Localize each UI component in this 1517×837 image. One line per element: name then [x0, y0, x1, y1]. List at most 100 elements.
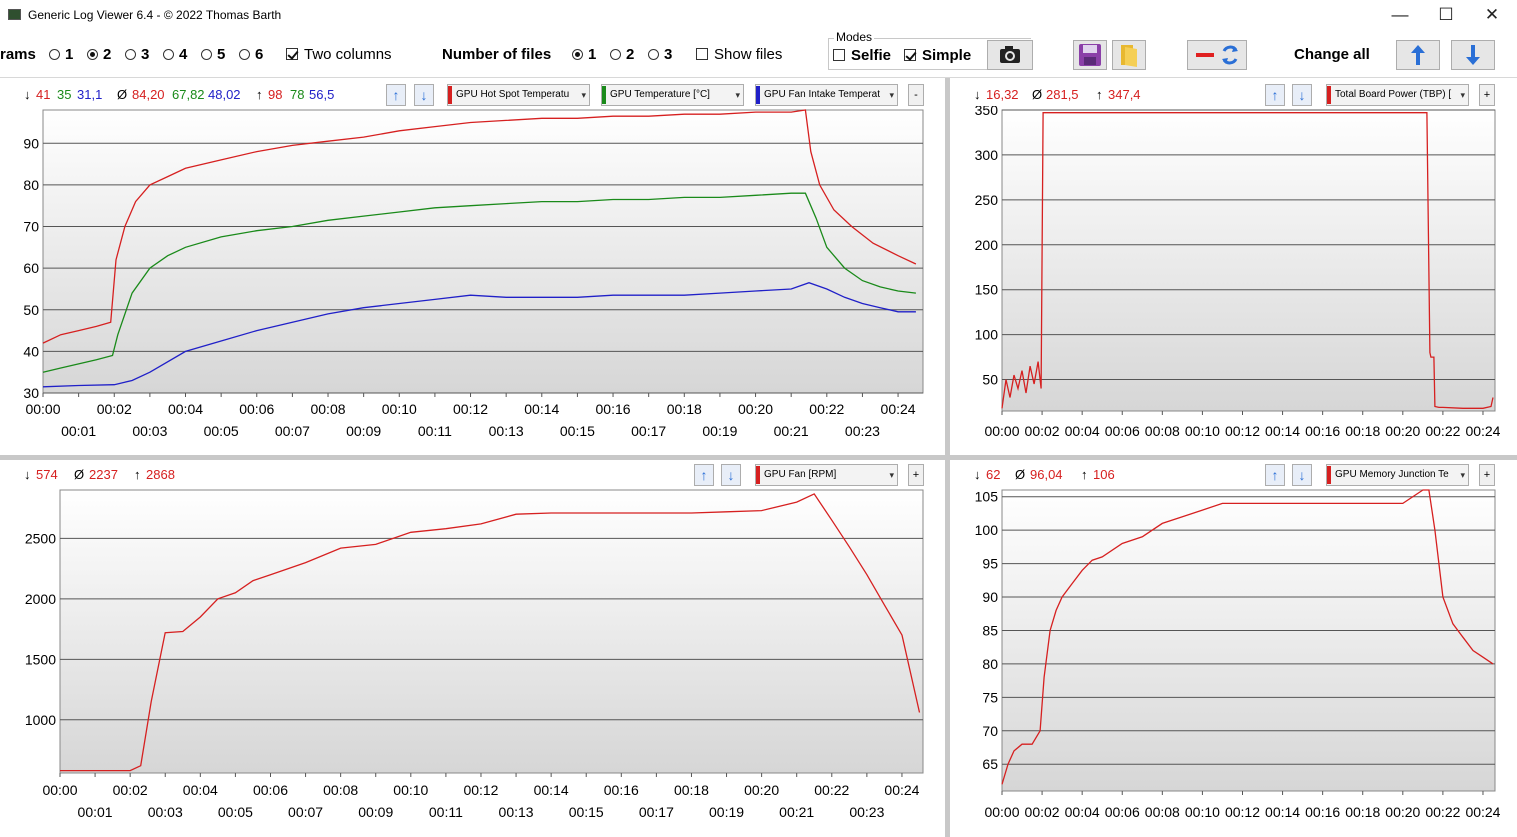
files-radio-2[interactable]: 2 — [610, 46, 634, 63]
x-tick-label: 00:14 — [524, 401, 559, 417]
minimize-button[interactable]: — — [1377, 2, 1423, 28]
x-tick-label: 00:23 — [849, 804, 884, 820]
x-tick-label: 00:00 — [984, 423, 1019, 439]
y-tick-label: 60 — [23, 260, 39, 276]
save-button[interactable] — [1073, 40, 1107, 70]
two-columns-checkbox[interactable]: Two columns — [286, 46, 392, 63]
selfie-checkbox[interactable]: Selfie — [833, 47, 891, 64]
temps-series-select-2[interactable]: GPU Temperature [°C] ▾ — [601, 84, 744, 106]
save-icon — [1079, 44, 1101, 66]
diagram-radio-4[interactable]: 4 — [163, 46, 187, 63]
y-tick-label: 85 — [982, 622, 998, 638]
max-symbol: ↑ — [1081, 467, 1088, 482]
min-symbol: ↓ — [974, 467, 981, 482]
x-tick-label: 00:21 — [779, 804, 814, 820]
maximize-button[interactable]: ☐ — [1423, 2, 1469, 28]
x-tick-label: 00:14 — [534, 782, 569, 798]
x-tick-label: 00:20 — [1385, 423, 1420, 439]
camera-button[interactable] — [987, 40, 1033, 70]
min-symbol: ↓ — [24, 467, 31, 482]
power-up-button[interactable]: ↑ — [1265, 84, 1285, 106]
power-series-select[interactable]: Total Board Power (TBP) [▾ — [1326, 84, 1469, 106]
line-style-button[interactable] — [1187, 40, 1247, 70]
diagram-radio-5[interactable]: 5 — [201, 46, 225, 63]
y-tick-label: 150 — [975, 282, 999, 298]
x-tick-label: 00:19 — [709, 804, 744, 820]
change-all-label: Change all — [1294, 46, 1370, 63]
temps-min-2: 35 — [57, 87, 72, 102]
x-tick-label: 00:04 — [183, 782, 218, 798]
x-tick-label: 00:20 — [738, 401, 773, 417]
x-tick-label: 00:24 — [1465, 804, 1500, 820]
memjunc-up-button[interactable]: ↑ — [1265, 464, 1285, 486]
diagram-radio-2[interactable]: 2 — [87, 46, 111, 63]
x-tick-label: 00:10 — [382, 401, 417, 417]
fan-add-button[interactable]: + — [908, 464, 924, 486]
temps-max-1: 98 — [268, 87, 283, 102]
y-tick-label: 1500 — [25, 651, 56, 667]
x-tick-label: 00:13 — [489, 423, 524, 439]
x-tick-label: 00:08 — [1145, 423, 1180, 439]
memjunc-down-button[interactable]: ↓ — [1292, 464, 1312, 486]
temps-series-select-3[interactable]: GPU Fan Intake Temperat ▾ — [755, 84, 898, 106]
move-up-button[interactable] — [1396, 40, 1440, 70]
memjunc-min: 62 — [986, 467, 1001, 482]
x-tick-label: 00:15 — [560, 423, 595, 439]
temps-remove-button[interactable]: - — [908, 84, 924, 106]
x-tick-label: 00:22 — [809, 401, 844, 417]
fan-down-button[interactable]: ↓ — [721, 464, 741, 486]
x-tick-label: 00:12 — [453, 401, 488, 417]
y-tick-label: 75 — [982, 689, 998, 705]
camera-icon — [1000, 46, 1020, 63]
files-radio-1[interactable]: 1 — [572, 46, 596, 63]
row-splitter[interactable] — [0, 455, 1517, 460]
power-panel-header: ↓ 16,32 Ø 281,5 ↑ 347,4 ↑ ↓ Total Board … — [950, 84, 1517, 106]
x-tick-label: 00:12 — [463, 782, 498, 798]
x-tick-label: 00:07 — [288, 804, 323, 820]
files-radio-3[interactable]: 3 — [648, 46, 672, 63]
y-tick-label: 300 — [975, 147, 999, 163]
power-down-button[interactable]: ↓ — [1292, 84, 1312, 106]
temps-panel-header: ↓ 41 35 31,1 Ø 84,20 67,82 48,02 ↑ 98 78… — [0, 84, 945, 106]
power-avg: 281,5 — [1046, 87, 1079, 102]
temps-series-select-1[interactable]: GPU Hot Spot Temperatu ▾ — [447, 84, 590, 106]
diagram-radio-6[interactable]: 6 — [239, 46, 263, 63]
y-tick-label: 30 — [23, 385, 39, 401]
toolbar: rams 1 2 3 4 5 6 Two columns Number of f… — [0, 30, 1517, 78]
memjunc-series-select[interactable]: GPU Memory Junction Te ▾ — [1326, 464, 1469, 486]
memjunc-chart: 65 70 75 80 85 90 95 100 105 00:00 00:02 00:04 00:06… — [975, 489, 1501, 820]
open-folder-button[interactable] — [1112, 40, 1146, 70]
y-tick-label: 70 — [982, 723, 998, 739]
y-tick-label: 2500 — [25, 530, 56, 546]
fan-up-button[interactable]: ↑ — [694, 464, 714, 486]
memjunc-add-button[interactable]: + — [1479, 464, 1495, 486]
x-tick-label: 00:06 — [1105, 804, 1140, 820]
y-tick-label: 70 — [23, 219, 39, 235]
line-color-icon — [1196, 45, 1238, 65]
power-add-button[interactable]: + — [1479, 84, 1495, 106]
x-tick-label: 00:14 — [1265, 804, 1300, 820]
x-tick-label: 00:00 — [42, 782, 77, 798]
x-tick-label: 00:10 — [393, 782, 428, 798]
x-tick-label: 00:18 — [1345, 423, 1380, 439]
fan-chart: 100015002000250000:00 00:02 00:04 00:06 00:0… — [25, 489, 924, 820]
x-tick-label: 00:20 — [744, 782, 779, 798]
x-tick-label: 00:24 — [1465, 423, 1500, 439]
simple-checkbox[interactable]: Simple — [904, 47, 971, 64]
move-down-button[interactable] — [1451, 40, 1495, 70]
x-tick-label: 00:11 — [418, 423, 452, 439]
y-tick-label: 65 — [982, 756, 998, 772]
x-tick-label: 00:16 — [604, 782, 639, 798]
memjunc-panel-header: ↓ 62 Ø 96,04 ↑ 106 ↑ ↓ GPU Memory Juncti… — [950, 464, 1517, 486]
x-tick-label: 00:21 — [774, 423, 809, 439]
temps-down-button[interactable]: ↓ — [414, 84, 434, 106]
fan-series-select[interactable]: GPU Fan [RPM] ▾ — [755, 464, 898, 486]
close-button[interactable]: ✕ — [1469, 2, 1515, 28]
show-files-checkbox[interactable]: Show files — [696, 46, 782, 63]
diagram-radio-3[interactable]: 3 — [125, 46, 149, 63]
arrow-down-icon — [1466, 45, 1480, 65]
temps-up-button[interactable]: ↑ — [386, 84, 406, 106]
temps-max-3: 56,5 — [309, 87, 335, 102]
diagram-radio-1[interactable]: 1 — [49, 46, 73, 63]
y-tick-label: 90 — [23, 135, 39, 151]
